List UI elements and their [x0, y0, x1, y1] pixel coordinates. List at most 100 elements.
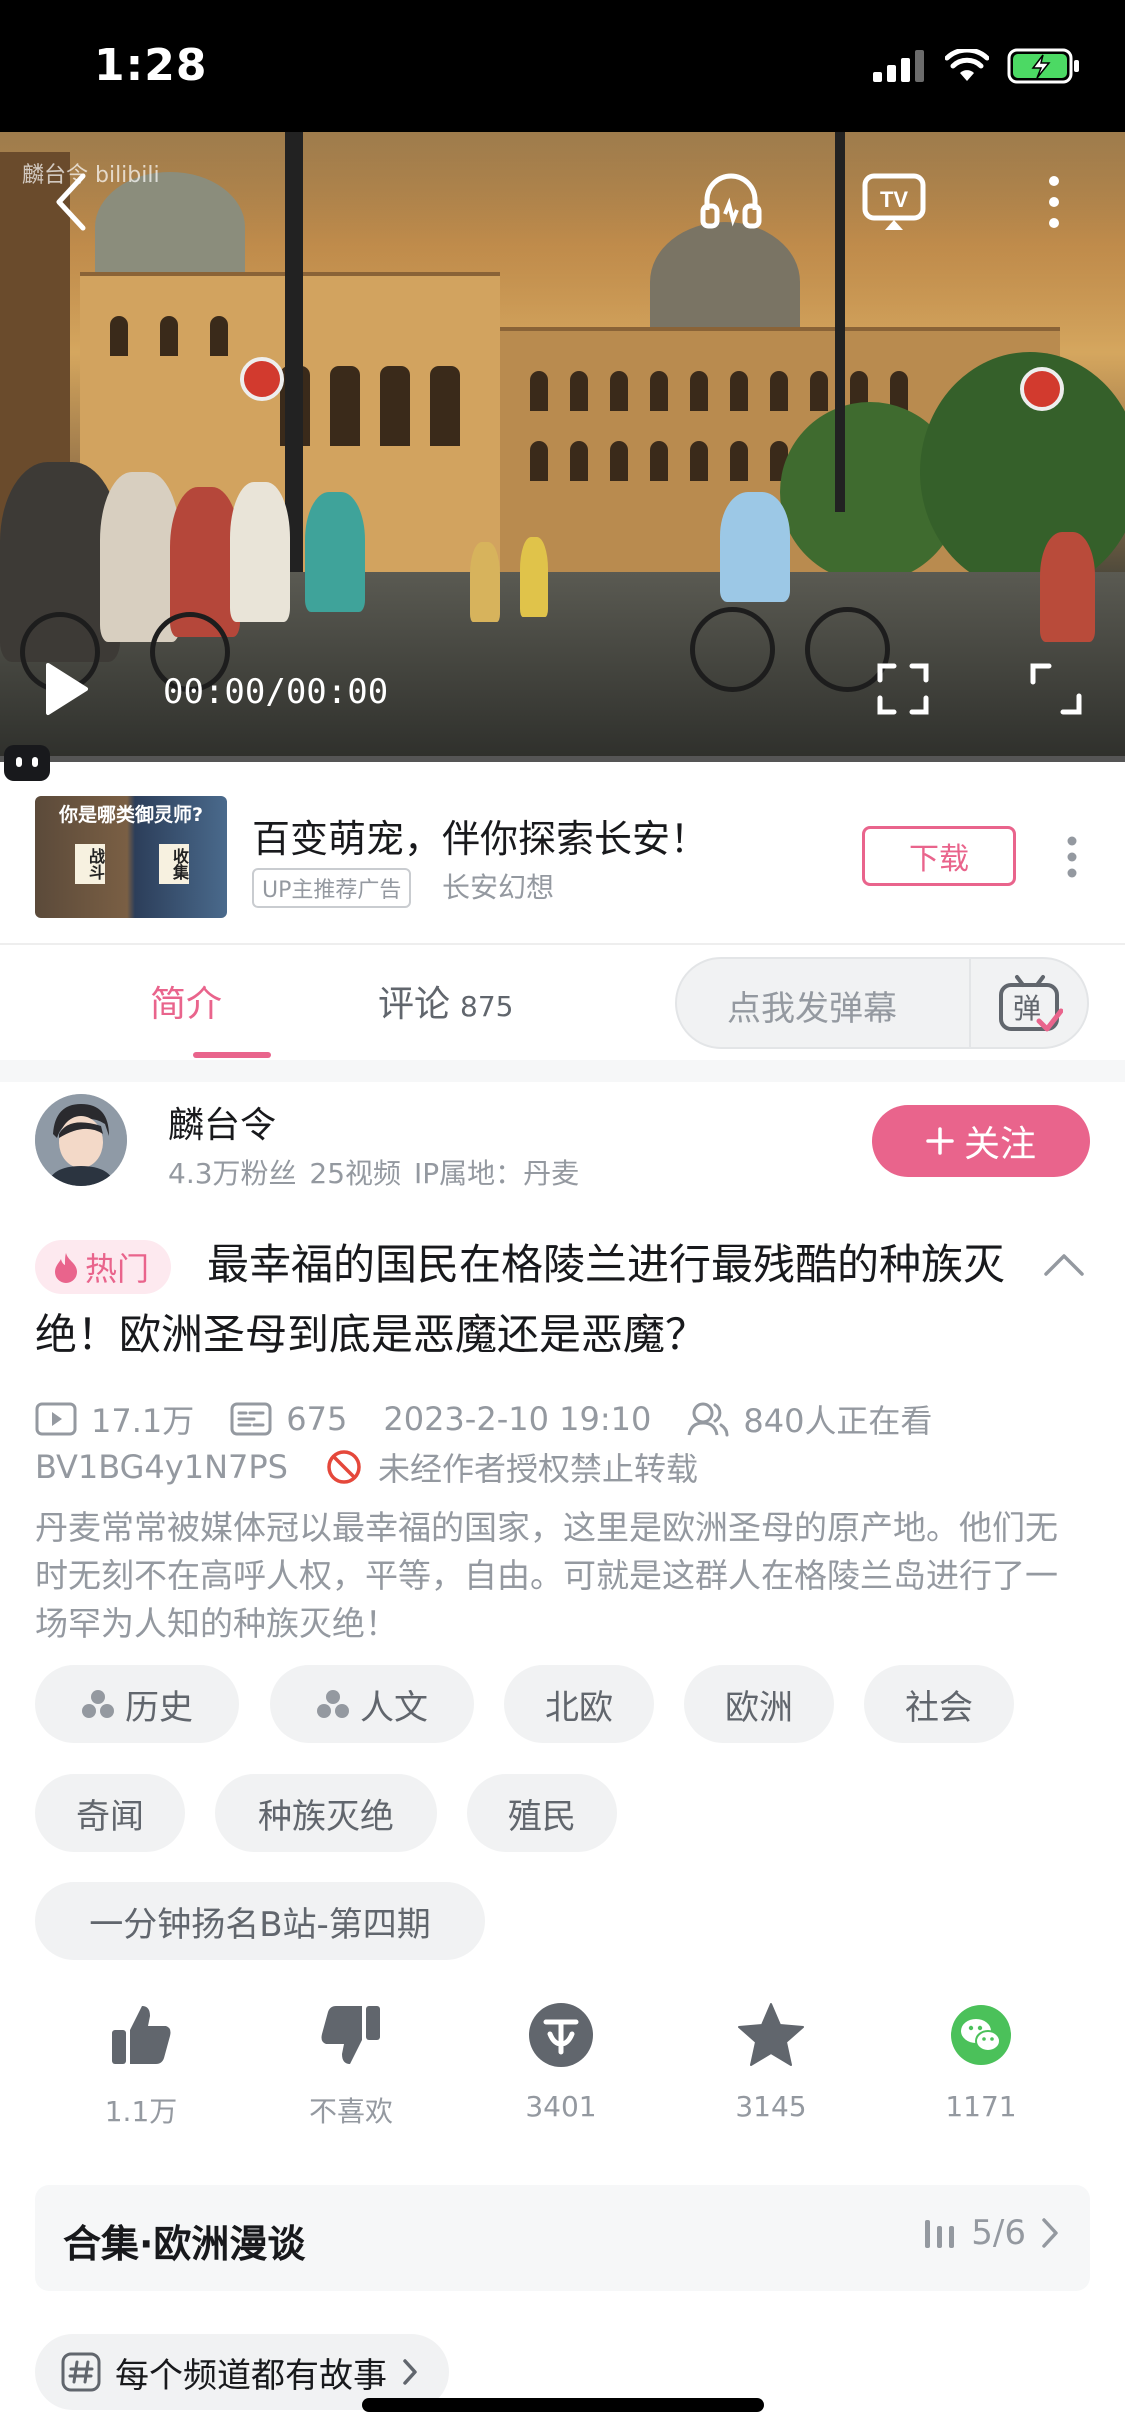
- video-title: 最幸福的国民在格陵兰进行最残酷的种族灭绝！欧洲圣母到底是恶魔还是恶魔？: [35, 1240, 1006, 1359]
- share-button[interactable]: 1171: [911, 2000, 1051, 2123]
- ad-banner[interactable]: 你是哪类御灵师? 战斗 收集 百变萌宠，伴你探索长安！ UP主推荐广告 长安幻想…: [0, 790, 1125, 940]
- scene-cyclist: [1040, 532, 1095, 642]
- flame-icon: [55, 1253, 77, 1283]
- mascot-icon: [4, 745, 50, 781]
- channel-link-label: 每个频道都有故事: [115, 2355, 387, 2396]
- like-count: 1.1万: [104, 2095, 178, 2128]
- ad-thumbnail-label-right: 收集: [159, 844, 189, 884]
- scene-crowd: [100, 472, 180, 642]
- video-progress-bar[interactable]: [0, 756, 1125, 762]
- follow-button[interactable]: 关注: [872, 1105, 1090, 1177]
- tag-label: 历史: [125, 1687, 193, 1728]
- ad-title[interactable]: 百变萌宠，伴你探索长安！: [252, 808, 708, 863]
- like-button[interactable]: 1.1万: [71, 2000, 211, 2130]
- cast-tv-button[interactable]: TV: [858, 162, 930, 242]
- hot-badge[interactable]: 热门: [35, 1240, 172, 1294]
- collection-progress: 5/6: [923, 2213, 1060, 2253]
- episodes-icon: [925, 2220, 955, 2248]
- tag-history[interactable]: 历史: [35, 1665, 239, 1743]
- danmaku-placeholder: 点我发弹幕: [727, 989, 897, 1029]
- expand-icon: [1030, 663, 1082, 715]
- audio-mode-button[interactable]: [695, 160, 767, 240]
- battery-charging-icon: [1007, 48, 1079, 84]
- tag-genocide[interactable]: 种族灭绝: [215, 1774, 437, 1852]
- dislike-label: 不喜欢: [308, 2095, 393, 2128]
- tag-event[interactable]: 一分钟扬名B站-第四期: [35, 1882, 485, 1960]
- hashtag-icon: [61, 2352, 101, 2392]
- chevron-right-icon: [403, 2359, 417, 2385]
- favorite-count: 3145: [735, 2090, 807, 2123]
- tv-cast-icon: TV: [862, 173, 926, 230]
- ad-more-button[interactable]: [1060, 832, 1084, 882]
- wechat-icon: [951, 2005, 1011, 2065]
- scene-crowd: [305, 492, 365, 612]
- tag-label: 种族灭绝: [258, 1796, 394, 1837]
- watching-icon: [687, 1401, 729, 1437]
- more-options-button[interactable]: [1032, 162, 1076, 242]
- collection-card[interactable]: 合集·欧洲漫谈 5/6: [35, 2185, 1090, 2291]
- scene-dome-right: [650, 222, 800, 342]
- uploader-name[interactable]: 麟台令: [168, 1096, 276, 1148]
- status-bar: 1:28: [0, 0, 1125, 132]
- publish-date: 2023-2-10 19:10: [383, 1400, 652, 1438]
- tag-curiosities[interactable]: 奇闻: [35, 1774, 185, 1852]
- tag-europe[interactable]: 欧洲: [684, 1665, 834, 1743]
- danmaku-toggle-button[interactable]: 弹: [997, 971, 1064, 1035]
- video-stats: 17.1万 675 2023-2-10 19:10 840人正在看: [35, 1396, 932, 1442]
- plus-icon: [926, 1127, 954, 1155]
- tag-label: 北欧: [545, 1687, 613, 1728]
- tag-label: 社会: [905, 1687, 973, 1728]
- fullscreen-portrait-button[interactable]: [872, 658, 934, 720]
- tab-active-indicator: [193, 1052, 271, 1058]
- danmaku-count: 675: [286, 1400, 348, 1438]
- tab-comments-count: 875: [460, 990, 514, 1023]
- bvid[interactable]: BV1BG4y1N7PS: [35, 1448, 288, 1486]
- play-button[interactable]: [36, 654, 96, 724]
- dislike-button[interactable]: 不喜欢: [281, 2000, 421, 2130]
- scene-crowd: [230, 482, 290, 622]
- thumbs-up-icon: [112, 2006, 171, 2064]
- channel-dots-icon: [317, 1690, 349, 1718]
- fullscreen-icon: [877, 663, 929, 715]
- tag-label: 奇闻: [76, 1796, 144, 1837]
- ad-thumbnail[interactable]: 你是哪类御灵师? 战斗 收集: [35, 796, 227, 918]
- tag-humanities[interactable]: 人文: [270, 1665, 474, 1743]
- ad-source: 长安幻想: [442, 871, 555, 904]
- chevron-left-icon: [56, 173, 86, 231]
- tag-label: 人文: [360, 1687, 428, 1728]
- collapse-button[interactable]: [1042, 1250, 1086, 1280]
- tag-society[interactable]: 社会: [864, 1665, 1014, 1743]
- cellular-signal-icon: [873, 50, 924, 82]
- headphones-icon: [700, 173, 762, 229]
- favorite-button[interactable]: 3145: [701, 2000, 841, 2123]
- video-player[interactable]: 麟台令 bilibili TV 00:00/00:00: [0, 132, 1125, 762]
- follow-label: 关注: [963, 1124, 1036, 1165]
- uploader-avatar[interactable]: [35, 1094, 127, 1186]
- svg-text:TV: TV: [880, 187, 908, 212]
- tag-colonial[interactable]: 殖民: [467, 1774, 617, 1852]
- video-id-row: BV1BG4y1N7PS 未经作者授权禁止转载: [35, 1444, 698, 1490]
- uploader-stats: 4.3万粉丝 25视频 IP属地：丹麦: [168, 1157, 580, 1190]
- scene-sign: [240, 357, 284, 401]
- status-icons: [873, 48, 1081, 84]
- ad-thumbnail-title: 你是哪类御灵师?: [58, 804, 204, 826]
- more-vertical-icon: [1049, 176, 1059, 228]
- video-time: 00:00/00:00: [163, 672, 389, 712]
- back-button[interactable]: [40, 162, 100, 242]
- tab-intro[interactable]: 简介: [150, 975, 222, 1027]
- tag-label: 欧洲: [725, 1687, 793, 1728]
- ad-download-button[interactable]: 下载: [862, 826, 1016, 886]
- tab-comments[interactable]: 评论 875: [378, 975, 513, 1027]
- status-time: 1:28: [94, 40, 208, 91]
- danmaku-input[interactable]: 点我发弹幕 弹: [675, 957, 1089, 1049]
- coin-button[interactable]: 3401: [491, 2000, 631, 2123]
- fullscreen-landscape-button[interactable]: [1025, 658, 1087, 720]
- avatar: [35, 1094, 127, 1186]
- tag-label: 一分钟扬名B站-第四期: [89, 1904, 431, 1945]
- share-count: 1171: [945, 2090, 1017, 2123]
- home-indicator[interactable]: [362, 2398, 764, 2412]
- danmaku-count-icon: [230, 1402, 272, 1436]
- reprint-notice: 未经作者授权禁止转载: [377, 1450, 698, 1488]
- divider: [0, 943, 1125, 945]
- tag-nordic[interactable]: 北欧: [504, 1665, 654, 1743]
